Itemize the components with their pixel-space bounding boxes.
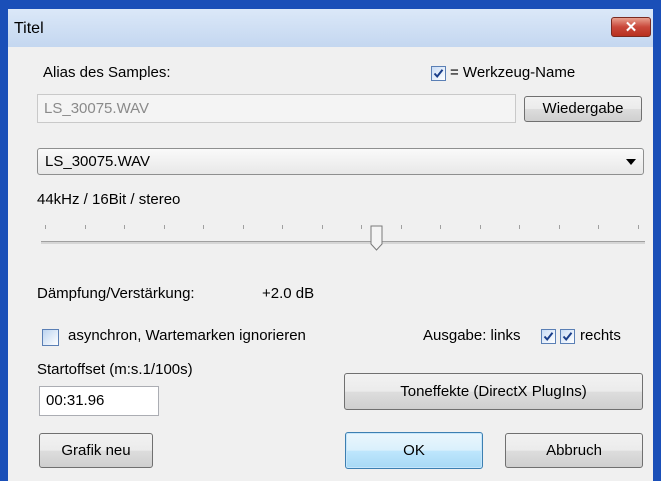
cancel-button[interactable]: Abbruch <box>505 433 643 468</box>
tool-name-checkbox[interactable] <box>431 66 446 81</box>
output-left-checkbox[interactable] <box>541 329 556 344</box>
play-button[interactable]: Wiedergabe <box>524 96 642 122</box>
window-title: Titel <box>14 20 44 37</box>
dialog-window: Titel ✕ Alias des Samples: = Werkzeug-Na… <box>2 9 659 481</box>
chevron-down-icon <box>626 159 636 165</box>
startoffset-label: Startoffset (m:s.1/100s) <box>37 361 193 378</box>
alias-label: Alias des Samples: <box>43 64 171 81</box>
check-icon <box>543 332 554 342</box>
close-icon: ✕ <box>624 19 638 36</box>
slider-track <box>41 241 645 244</box>
tool-name-label: = Werkzeug-Name <box>450 64 576 81</box>
output-right-checkbox[interactable] <box>560 329 575 344</box>
sample-select-value: LS_30075.WAV <box>45 153 151 170</box>
gain-label: Dämpfung/Verstärkung: <box>37 285 195 302</box>
output-label: Ausgabe: links <box>423 327 521 344</box>
alias-input[interactable]: LS_30075.WAV <box>37 94 516 123</box>
async-label: asynchron, Wartemarken ignorieren <box>68 327 306 344</box>
output-right-label: rechts <box>580 327 621 344</box>
dialog-client: Alias des Samples: = Werkzeug-Name LS_30… <box>8 47 653 481</box>
effects-button[interactable]: Toneffekte (DirectX PlugIns) <box>344 373 643 410</box>
window-right-border <box>653 9 659 481</box>
sample-select[interactable]: LS_30075.WAV <box>37 148 644 175</box>
slider-thumb[interactable] <box>370 225 383 251</box>
async-checkbox[interactable] <box>42 329 59 346</box>
title-bar: Titel ✕ <box>8 9 659 47</box>
check-icon <box>433 69 444 79</box>
startoffset-input[interactable]: 00:31.96 <box>39 386 159 416</box>
gain-slider[interactable] <box>37 225 647 265</box>
close-button[interactable]: ✕ <box>611 17 651 37</box>
new-graphic-button[interactable]: Grafik neu <box>39 433 153 468</box>
check-icon <box>562 332 573 342</box>
gain-value: +2.0 dB <box>262 285 315 302</box>
format-info: 44kHz / 16Bit / stereo <box>37 191 181 208</box>
window-frame: Titel ✕ Alias des Samples: = Werkzeug-Na… <box>0 0 661 481</box>
ok-button[interactable]: OK <box>345 432 483 469</box>
